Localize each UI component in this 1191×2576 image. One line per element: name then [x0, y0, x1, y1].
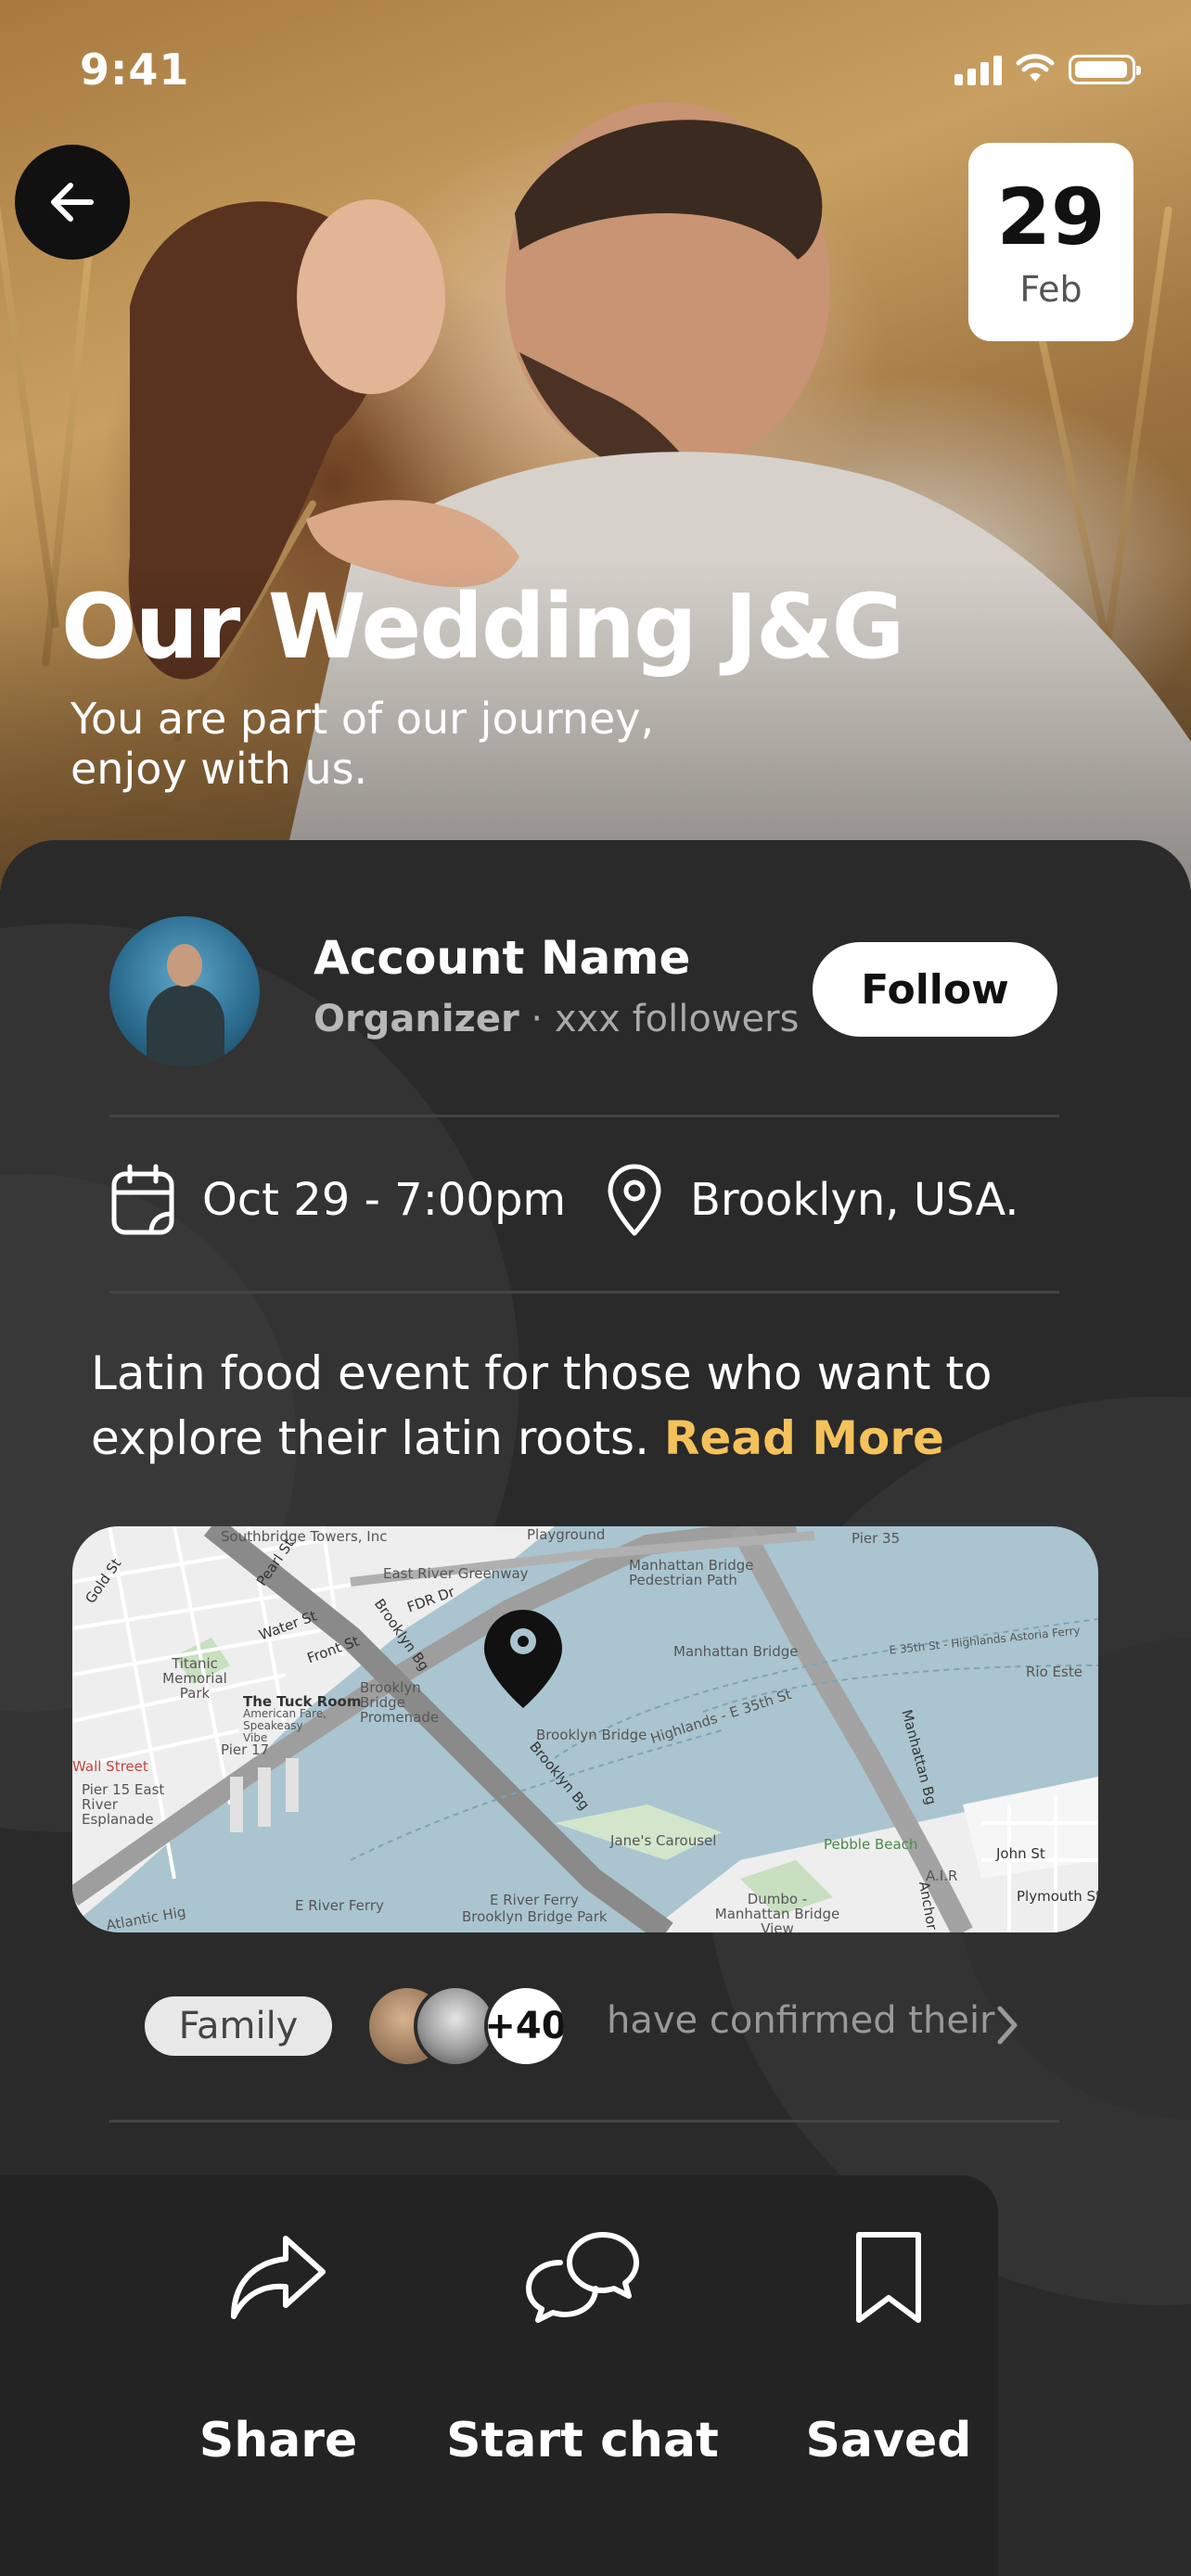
event-title: Our Wedding J&G: [61, 575, 904, 679]
status-time: 9:41: [80, 45, 190, 95]
map-label: Pier 17: [221, 1741, 270, 1758]
map-label: Pebble Beach: [824, 1836, 918, 1853]
event-description: Latin food event for those who want to e…: [91, 1341, 1111, 1471]
map-label: Jane's Carousel: [610, 1832, 717, 1849]
organizer-avatar[interactable]: [109, 916, 260, 1066]
back-button[interactable]: [15, 145, 130, 260]
guest-count-badge: +40: [484, 1984, 568, 2068]
map-label: Manhattan Bridge: [673, 1643, 799, 1660]
start-chat-label: Start chat: [446, 2413, 719, 2468]
event-location[interactable]: Brooklyn, USA.: [605, 1154, 1019, 1246]
follow-button[interactable]: Follow: [813, 942, 1057, 1037]
map-label: Wall Street: [72, 1758, 148, 1775]
date-month: Feb: [1019, 269, 1082, 310]
organizer-meta: Organizer · xxx followers: [314, 998, 799, 1040]
share-icon: [231, 2236, 326, 2319]
wifi-icon: [1016, 54, 1055, 82]
arrow-left-icon: [51, 183, 94, 222]
event-map[interactable]: Southbridge Towers, Inc Playground Pier …: [72, 1526, 1098, 1932]
map-label: Rio Este: [1026, 1664, 1082, 1680]
share-button[interactable]: Share: [139, 2222, 417, 2468]
event-datetime: Oct 29 - 7:00pm: [109, 1154, 566, 1246]
divider: [109, 1115, 1059, 1117]
event-location-text: Brooklyn, USA.: [690, 1174, 1019, 1226]
event-datetime-text: Oct 29 - 7:00pm: [202, 1174, 567, 1226]
map-label: John St: [996, 1845, 1045, 1862]
calendar-icon: [111, 1164, 174, 1235]
saved-button[interactable]: Saved: [749, 2222, 1028, 2468]
date-day: 29: [996, 172, 1106, 262]
map-label: Manhattan Bridge Pedestrian Path: [629, 1557, 754, 1588]
bookmark-icon: [856, 2232, 921, 2323]
battery-icon: [1069, 55, 1141, 84]
map-label: Playground: [527, 1526, 606, 1543]
guest-group-tag[interactable]: Family: [145, 1996, 332, 2056]
guest-confirm-text[interactable]: have confirmed their: [607, 1999, 995, 2042]
map-label: Southbridge Towers, Inc: [221, 1528, 388, 1545]
chat-bubbles-icon: [526, 2232, 639, 2323]
status-bar: 9:41: [0, 0, 1191, 102]
divider: [109, 2120, 1059, 2123]
chevron-right-icon[interactable]: [994, 2003, 1020, 2047]
map-label: Plymouth St: [1017, 1888, 1098, 1905]
map-label: Brooklyn Bridge Park: [462, 1908, 608, 1925]
saved-label: Saved: [805, 2413, 972, 2468]
organizer-role: Organizer: [314, 998, 519, 1040]
location-pin-icon: [608, 1164, 661, 1236]
organizer-followers: · xxx followers: [531, 998, 800, 1040]
status-icons: [954, 54, 1141, 85]
map-label: E River Ferry: [295, 1897, 384, 1914]
divider: [109, 1291, 1059, 1294]
date-card: 29 Feb: [968, 143, 1133, 341]
map-label: Titanic Memorial Park: [162, 1655, 227, 1702]
map-label: American Fare, Speakeasy Vibe: [243, 1707, 327, 1744]
map-label: Pier 15 East River Esplanade: [82, 1781, 165, 1828]
map-label: Dumbo - Manhattan Bridge View: [714, 1891, 840, 1932]
map-pin-icon[interactable]: [484, 1610, 562, 1708]
cellular-signal-icon: [954, 54, 1002, 85]
map-label: Brooklyn Bridge Promenade: [360, 1679, 440, 1726]
organizer-name[interactable]: Account Name: [314, 931, 690, 985]
read-more-link[interactable]: Read More: [664, 1411, 944, 1465]
map-label: Pier 35: [852, 1530, 901, 1547]
start-chat-button[interactable]: Start chat: [443, 2222, 722, 2468]
share-label: Share: [198, 2413, 358, 2468]
map-label: E River Ferry: [490, 1892, 579, 1908]
event-subtitle: You are part of our journey, enjoy with …: [70, 694, 655, 794]
map-label: East River Greenway: [383, 1565, 529, 1582]
map-label: Brooklyn Bridge: [536, 1727, 647, 1743]
